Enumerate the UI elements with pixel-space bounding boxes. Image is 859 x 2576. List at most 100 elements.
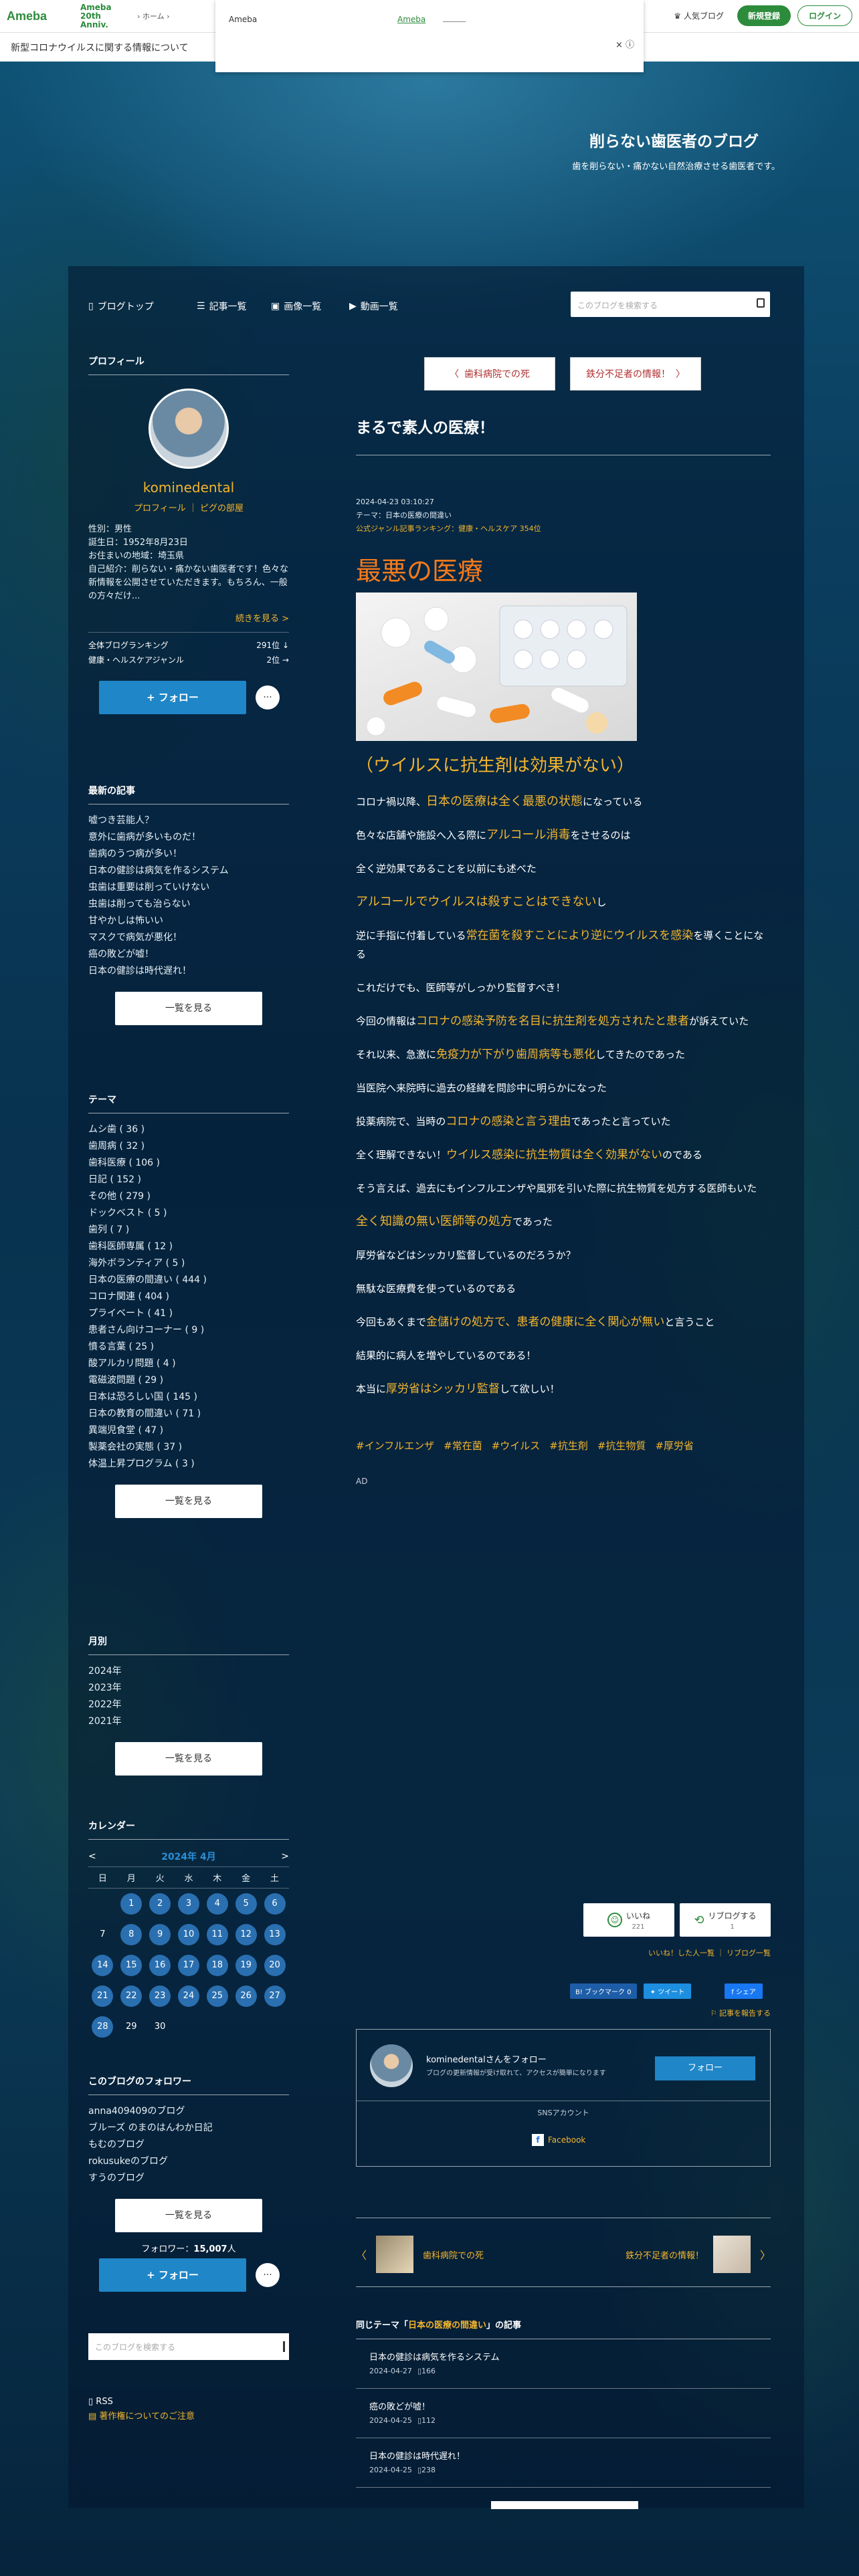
calendar-day[interactable]: 25 [206,1985,228,2007]
related-article-row[interactable]: 癌の敗どが嘘！ 2024-04-25 ▯112 [356,2389,771,2438]
theme-item[interactable]: 海外ボランティア ( 5 ) [88,1255,289,1272]
theme-item[interactable]: 酸アルカリ問題 ( 4 ) [88,1356,289,1372]
theme-item[interactable]: 憤る言葉 ( 25 ) [88,1339,289,1356]
calendar-day[interactable]: 9 [149,1923,171,1945]
month-item[interactable]: 2023年 [88,1680,289,1697]
calendar-day[interactable]: 11 [206,1923,228,1945]
rank-all-row[interactable]: 全体ブログランキング 291位 ↓ [88,638,289,653]
recent-article-item[interactable]: 歯病のうつ病が多い！ [88,846,289,863]
follower-item[interactable]: ブルーズ のまのはんわか日記 [88,2120,289,2137]
share-button[interactable]: f シェア [725,1983,763,1999]
calendar-day[interactable]: 26 [235,1985,257,2007]
recent-article-item[interactable]: 日本の健診は病気を作るシステム [88,863,289,879]
follow-button[interactable]: + フォロー [99,681,246,714]
calendar-day[interactable]: 8 [120,1923,142,1945]
theme-item[interactable]: 電磁波問題 ( 29 ) [88,1372,289,1389]
sidebar-search-input[interactable]: このブログを検索する [88,2333,289,2360]
article-title[interactable]: まるで素人の医療！ [356,415,771,455]
theme-item[interactable]: 製薬会社の実態 ( 37 ) [88,1439,289,1456]
recent-article-item[interactable]: 嘘つき芸能人？ [88,813,289,829]
calendar-next-button[interactable]: > [281,1851,289,1862]
theme-item[interactable]: 日本の医療の間違い ( 444 ) [88,1272,289,1289]
follow-box-avatar[interactable] [370,2044,413,2087]
ameba-20th-logo[interactable]: Ameba 20th Anniv. [80,3,127,29]
follow-box-button[interactable]: フォロー [655,2056,755,2080]
like-button[interactable]: ☺ いいね 221 [583,1903,674,1937]
theme-item[interactable]: プライベート ( 41 ) [88,1305,289,1322]
calendar-day[interactable]: 4 [206,1893,228,1915]
theme-item[interactable]: 日本は恐ろしい国 ( 145 ) [88,1389,289,1406]
avatar[interactable] [149,389,229,469]
calendar-day[interactable]: 12 [235,1923,257,1945]
copyright-link[interactable]: ▤ 著作権についてのご注意 [88,2409,289,2424]
article-theme-link[interactable]: 日本の医療の間違い [385,511,452,520]
theme-item[interactable]: 歯周病 ( 32 ) [88,1138,289,1155]
calendar-day[interactable]: 19 [235,1954,257,1976]
theme-item[interactable]: 歯科医師専属 ( 12 ) [88,1239,289,1255]
rank-genre-row[interactable]: 健康・ヘルスケアジャンル 2位 → [88,653,289,667]
nav-images[interactable]: ▣ 画像一覧 [271,300,321,313]
theme-item[interactable]: 歯列 ( 7 ) [88,1222,289,1239]
nav-articles[interactable]: ☰ 記事一覧 [197,300,247,313]
follower-item[interactable]: rokusukeのブログ [88,2153,289,2170]
recent-article-item[interactable]: 癌の敗どが嘘！ [88,946,289,963]
ameba-logo[interactable]: Ameba [7,9,67,23]
follower-item[interactable]: すうのブログ [88,2170,289,2187]
hashtag-link[interactable]: #インフルエンザ [356,1440,434,1452]
calendar-day[interactable]: 17 [177,1954,199,1976]
pills-image[interactable] [356,593,637,741]
recent-article-item[interactable]: 虫歯は重要は削っていけない [88,879,289,896]
rss-link[interactable]: ▯ RSS [88,2395,289,2409]
pigg-link[interactable]: ピグの部屋 [200,504,244,514]
nav-videos[interactable]: ▶ 動画一覧 [349,300,398,313]
login-button[interactable]: ログイン [797,5,852,26]
pager-prev[interactable]: 〈 歯科病院での死 [356,2236,484,2273]
like-list-link[interactable]: いいね！した人一覧 [648,1949,714,1957]
related-more-button[interactable] [491,2501,638,2509]
followers-more-button[interactable]: 一覧を見る [115,2199,262,2232]
calendar-day[interactable]: 22 [120,1985,142,2007]
calendar-day[interactable]: 13 [264,1923,286,1945]
recent-article-item[interactable]: 意外に歯病が多いものだ！ [88,829,289,846]
more-menu-button[interactable]: ··· [256,685,280,710]
follower-item[interactable]: anna409409のブログ [88,2103,289,2120]
reblog-button[interactable]: ⟲ リブログする 1 [680,1903,771,1937]
more-menu-button-2[interactable]: ··· [256,2263,280,2287]
monthly-more-button[interactable]: 一覧を見る [115,1742,262,1776]
profile-name[interactable]: kominedental [88,479,289,496]
hashtag-link[interactable]: #厚労省 [655,1440,694,1452]
month-item[interactable]: 2021年 [88,1713,289,1730]
theme-item[interactable]: 患者さん向けコーナー ( 9 ) [88,1322,289,1339]
month-item[interactable]: 2024年 [88,1663,289,1680]
ad-close-icon[interactable]: × ⓘ [615,37,634,50]
theme-item[interactable]: ドックベスト ( 5 ) [88,1205,289,1222]
nav-blog-top[interactable]: ▯ ブログトップ [88,300,154,313]
theme-item[interactable]: 異端児食堂 ( 47 ) [88,1422,289,1439]
tweet-button[interactable]: ✦ ツイート [643,1983,692,1999]
related-article-row[interactable]: 日本の健診は病気を作るシステム 2024-04-27 ▯166 [356,2339,771,2389]
popular-blog-link[interactable]: ♛ 人気ブログ [674,10,724,21]
nav-home[interactable]: › ホーム › [137,11,169,21]
calendar-prev-button[interactable]: < [88,1851,96,1862]
calendar-day[interactable]: 5 [235,1893,257,1915]
calendar-day[interactable]: 23 [149,1985,171,2007]
theme-item[interactable]: 歯科医療 ( 106 ) [88,1155,289,1172]
calendar-day[interactable]: 6 [264,1893,286,1915]
calendar-day[interactable]: 21 [92,1985,114,2007]
pager-next[interactable]: 鉄分不足者の情報！ 〉 [626,2236,771,2273]
blog-search-input[interactable]: このブログを検索する [571,292,770,317]
recent-more-button[interactable]: 一覧を見る [115,992,262,1025]
calendar-day[interactable]: 14 [92,1954,114,1976]
theme-item[interactable]: 体温上昇プログラム ( 3 ) [88,1456,289,1473]
theme-item[interactable]: 日記 ( 152 ) [88,1172,289,1188]
search-icon[interactable] [283,2341,285,2352]
recent-article-item[interactable]: マスクで病気が悪化！ [88,930,289,946]
hashtag-link[interactable]: #常在菌 [444,1440,482,1452]
recent-article-item[interactable]: 虫歯は削っても治らない [88,896,289,913]
calendar-day[interactable]: 28 [92,2016,114,2038]
recent-article-item[interactable]: 日本の健診は時代遅れ！ [88,963,289,980]
hashtag-link[interactable]: #抗生物質 [597,1440,646,1452]
month-item[interactable]: 2022年 [88,1697,289,1713]
profile-link[interactable]: プロフィール [134,504,186,514]
report-link[interactable]: ⚐ 記事を報告する [710,2008,771,2018]
